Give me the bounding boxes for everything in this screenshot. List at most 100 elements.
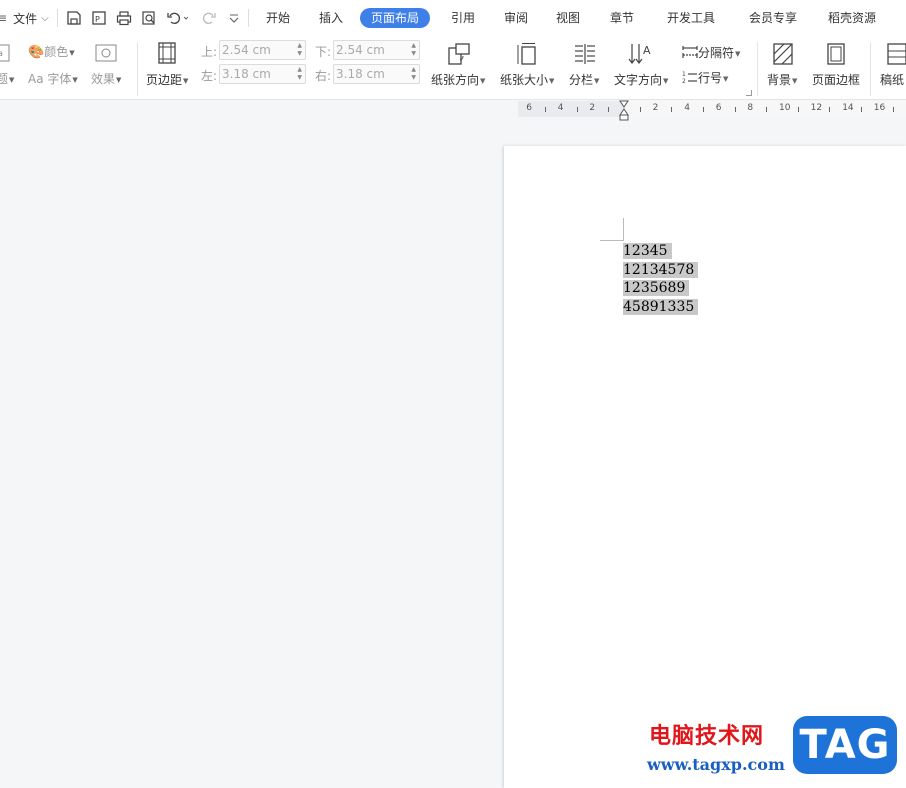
margin-crop-mark: [623, 218, 624, 241]
watermark-tag-logo: TAG: [793, 716, 897, 774]
tab-review[interactable]: 审阅: [502, 8, 530, 28]
effect-label: 效果: [91, 72, 116, 86]
tab-insert[interactable]: 插入: [317, 8, 345, 28]
ruler-label: 6: [715, 103, 722, 113]
print-icon[interactable]: [116, 8, 132, 28]
top-margin-input[interactable]: 2.54 cm ▲ ▼: [219, 40, 306, 60]
export-pdf-icon[interactable]: P: [91, 8, 107, 28]
spinner-arrows-icon[interactable]: ▲ ▼: [297, 42, 302, 58]
customize-toolbar-icon[interactable]: [229, 8, 239, 28]
spinner-arrows-icon[interactable]: ▲ ▼: [411, 66, 416, 82]
columns-label: 分栏: [569, 73, 594, 87]
ruler-label: 6: [526, 103, 532, 113]
text-direction-button[interactable]: 文字方向▼: [614, 71, 668, 88]
page-margin-icon[interactable]: [157, 42, 177, 67]
margin-crop-mark: [600, 240, 624, 241]
hamburger-icon[interactable]: ≡: [0, 11, 7, 25]
dropdown-arrow-icon: ▼: [735, 49, 741, 58]
left-margin-value: 3.18 cm: [222, 67, 271, 81]
tab-section[interactable]: 章节: [608, 8, 636, 28]
manuscript-button[interactable]: 稿纸: [880, 71, 904, 88]
line-number-icon: 12: [682, 70, 698, 87]
paper-size-icon[interactable]: [516, 42, 538, 69]
effect-icon[interactable]: [95, 44, 117, 65]
selected-text[interactable]: 45891335: [623, 298, 699, 315]
ribbon-toolbar: a 题▼ 🎨颜色▼ Aa 字体▼ 效果▼ 页边距▼ 上: 2.54 cm ▲ ▼ 左…: [0, 36, 906, 100]
tab-developer-tools[interactable]: 开发工具: [665, 8, 717, 28]
effect-button[interactable]: 效果▼: [91, 70, 121, 87]
dropdown-arrow-icon: ▼: [72, 75, 78, 84]
document-line[interactable]: 1235689: [623, 279, 698, 298]
file-menu[interactable]: ≡ 文件 ⌵: [0, 9, 49, 27]
line-number-label: 行号: [698, 71, 723, 85]
dropdown-arrow-icon: ▼: [723, 74, 729, 83]
document-page[interactable]: [504, 146, 906, 788]
theme-icon[interactable]: a: [0, 44, 10, 65]
break-label: 分隔符: [698, 46, 735, 60]
theme-button[interactable]: 题▼: [0, 70, 14, 87]
divider: [248, 9, 249, 27]
columns-icon[interactable]: [573, 42, 597, 69]
watermark-url: www.tagxp.com: [647, 755, 785, 774]
tab-view[interactable]: 视图: [554, 8, 582, 28]
paper-size-button[interactable]: 纸张大小▼: [500, 71, 554, 88]
tab-home[interactable]: 开始: [264, 8, 292, 28]
tab-page-layout[interactable]: 页面布局: [360, 8, 431, 28]
page-margin-button[interactable]: 页边距▼: [146, 71, 188, 88]
document-line[interactable]: 45891335: [623, 298, 699, 317]
ruler-text-area: [624, 101, 906, 117]
right-margin-input[interactable]: 3.18 cm ▲ ▼: [333, 64, 420, 84]
palette-icon: 🎨: [28, 45, 45, 60]
background-button[interactable]: 背景▼: [767, 71, 797, 88]
selected-text[interactable]: 12345: [623, 243, 672, 259]
columns-button[interactable]: 分栏▼: [569, 71, 599, 88]
page-border-button[interactable]: 页面边框: [812, 71, 860, 88]
left-margin-input[interactable]: 3.18 cm ▲ ▼: [219, 64, 306, 84]
bottom-margin-label: 下:: [315, 45, 332, 59]
document-body[interactable]: 12345 12134578 1235689 45891335: [623, 242, 699, 317]
dropdown-arrow-icon: ▼: [594, 76, 600, 85]
font-theme-button[interactable]: Aa 字体▼: [28, 70, 78, 87]
text-direction-icon[interactable]: A: [628, 42, 654, 69]
spinner-arrows-icon[interactable]: ▲ ▼: [411, 42, 416, 58]
page-border-icon[interactable]: [826, 42, 846, 69]
theme-label: 题: [0, 72, 9, 86]
dropdown-arrow-icon: ▼: [792, 76, 798, 85]
spinner-arrows-icon[interactable]: ▲ ▼: [297, 66, 302, 82]
top-margin-label: 上:: [201, 45, 218, 59]
save-icon[interactable]: [66, 8, 82, 28]
horizontal-ruler[interactable]: 6 4 2 2 4 6 8 10 12 14 16: [518, 101, 906, 117]
ruler-tick: [734, 107, 736, 112]
ruler-tick: [703, 107, 704, 112]
ruler-tick: [766, 107, 768, 112]
background-icon[interactable]: [772, 42, 794, 69]
selected-text[interactable]: 1235689: [623, 280, 690, 296]
selected-text[interactable]: 12134578: [623, 261, 699, 278]
manuscript-icon[interactable]: [886, 42, 906, 69]
line-number-button[interactable]: 12 行号▼: [682, 69, 728, 87]
ruler-tick: [639, 107, 641, 112]
tab-member-exclusive[interactable]: 会员专享: [747, 8, 799, 28]
dropdown-arrow-icon: ▼: [480, 76, 486, 85]
bottom-margin-input[interactable]: 2.54 cm ▲ ▼: [333, 40, 420, 60]
orientation-icon[interactable]: [447, 42, 471, 69]
print-preview-icon[interactable]: [141, 8, 157, 28]
chevron-down-icon: ⌵: [41, 12, 49, 24]
svg-text:A: A: [643, 44, 651, 57]
dropdown-arrow-icon: ▼: [183, 76, 189, 85]
ruler-label: 2: [589, 103, 596, 113]
page-setup-launcher-icon[interactable]: [746, 90, 752, 96]
tab-references[interactable]: 引用: [449, 8, 477, 28]
divider: [757, 42, 758, 96]
break-button[interactable]: 分隔符▼: [682, 44, 740, 62]
redo-icon[interactable]: [201, 8, 217, 28]
tab-docer-resources[interactable]: 稻壳资源: [826, 8, 878, 28]
orientation-button[interactable]: 纸张方向▼: [431, 71, 485, 88]
ruler-label: 14: [842, 103, 854, 113]
color-button[interactable]: 🎨颜色▼: [28, 43, 75, 60]
ruler-label: 16: [873, 103, 886, 113]
document-line[interactable]: 12134578: [623, 261, 699, 280]
document-line[interactable]: 12345: [623, 242, 698, 261]
indent-marker-icon[interactable]: [619, 100, 629, 122]
undo-icon[interactable]: [166, 8, 188, 28]
